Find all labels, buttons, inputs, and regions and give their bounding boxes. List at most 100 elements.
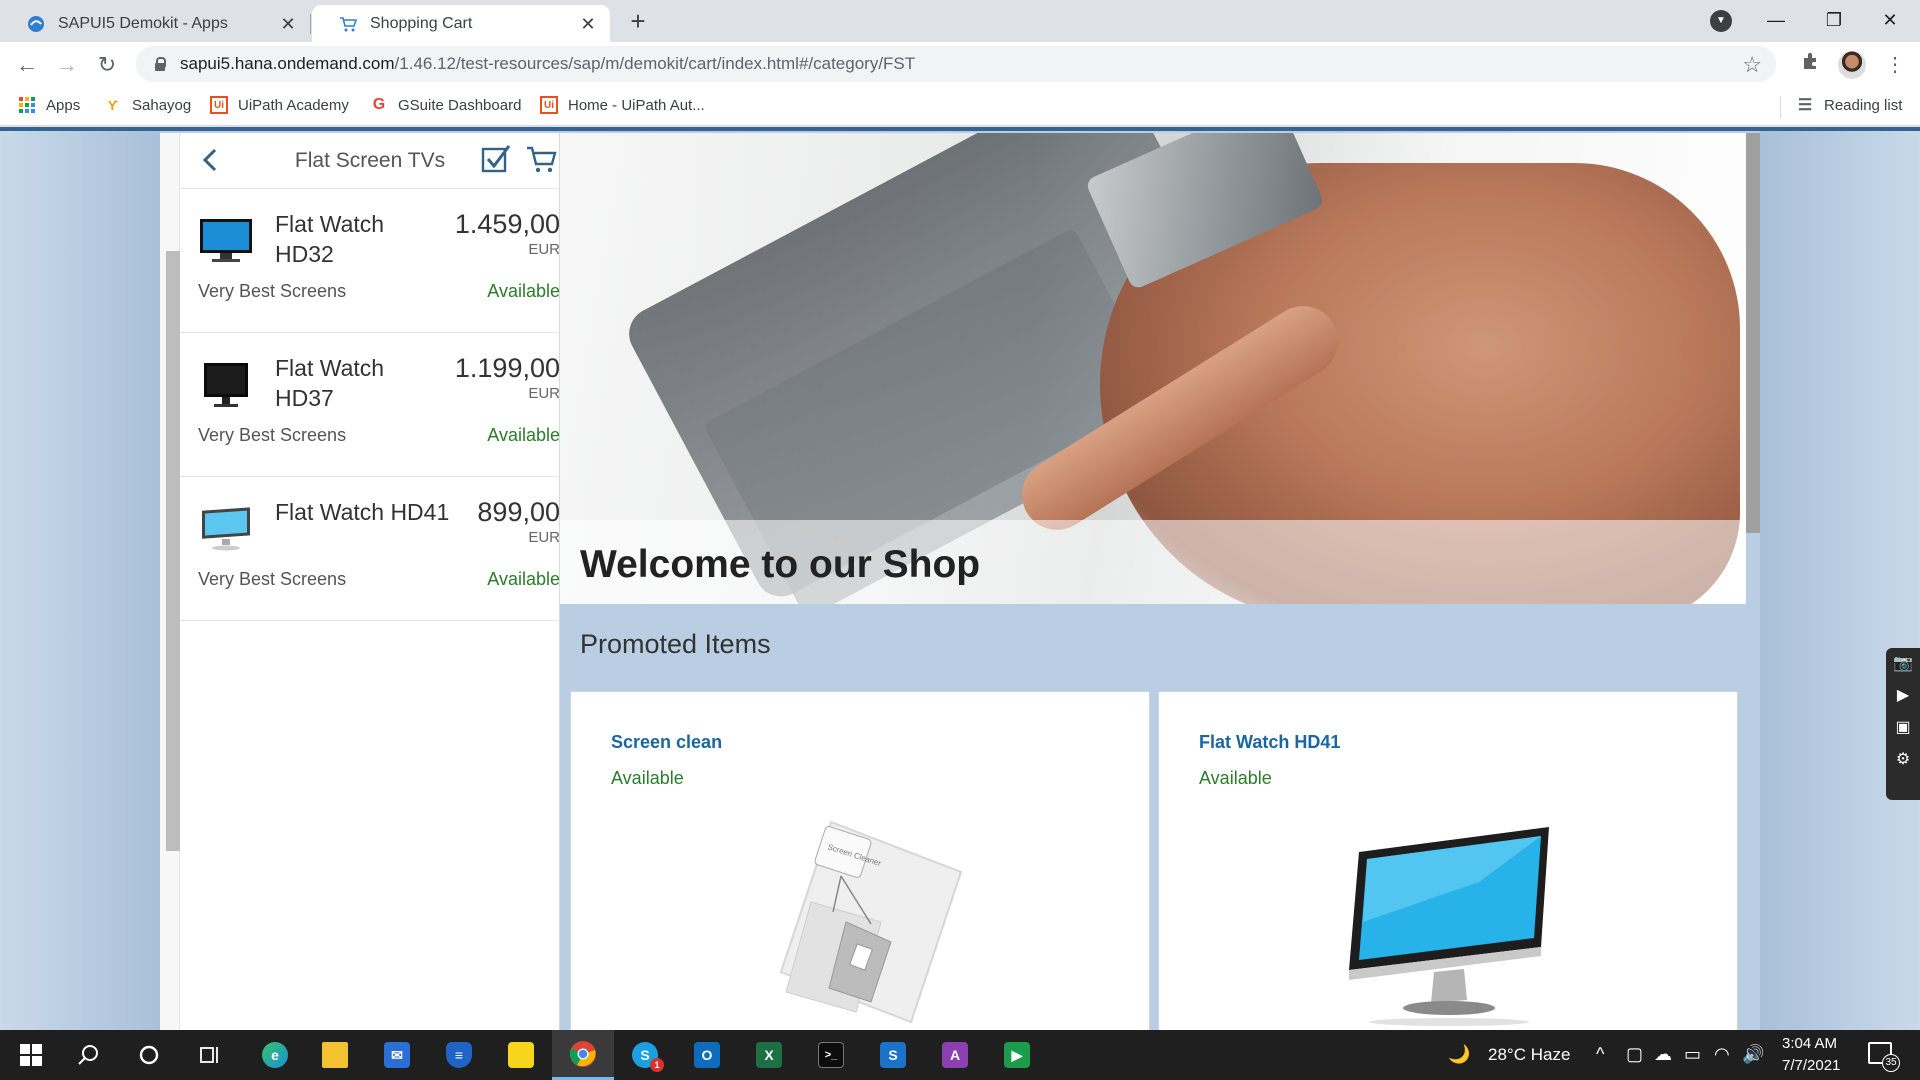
- minimize-button[interactable]: —: [1752, 4, 1800, 36]
- promoted-item-card[interactable]: Flat Watch HD41 Available: [1158, 691, 1738, 1030]
- notification-center-icon[interactable]: 35: [1868, 1042, 1900, 1072]
- reload-icon[interactable]: ↻: [92, 50, 122, 80]
- sapui5-favicon: [26, 14, 46, 34]
- notification-count: 35: [1882, 1054, 1900, 1072]
- chrome-icon[interactable]: [552, 1030, 614, 1080]
- close-tab-icon[interactable]: ✕: [278, 14, 298, 34]
- sahayog-icon: ϒ: [107, 97, 118, 113]
- show-hidden-icons-chevron-icon[interactable]: ^: [1596, 1044, 1604, 1065]
- search-icon[interactable]: [58, 1030, 120, 1080]
- bookmark-apps[interactable]: Apps: [18, 96, 80, 114]
- clock-time[interactable]: 3:04 AM: [1782, 1035, 1837, 1052]
- browser-tab-strip: SAPUI5 Demokit - Apps ✕ Shopping Cart ✕ …: [0, 0, 1920, 42]
- edge-browser-icon[interactable]: e: [244, 1030, 306, 1080]
- windows-taskbar: e ✉ ≡ S 1 O X >_ S A ▶ 🌙 28°C Haze ^ ▢ ☁…: [0, 1030, 1920, 1080]
- detail-scrollbar[interactable]: [1746, 133, 1760, 533]
- uipath-icon: Ui: [540, 96, 558, 114]
- back-arrow-icon[interactable]: ←: [12, 50, 42, 80]
- tab-sapui5-demokit[interactable]: SAPUI5 Demokit - Apps ✕: [0, 5, 310, 42]
- page-background-right: [1760, 131, 1920, 1030]
- meet-now-icon[interactable]: ▢: [1626, 1044, 1643, 1065]
- close-window-button[interactable]: ✕: [1866, 4, 1914, 36]
- product-supplier: Very Best Screens: [198, 569, 347, 589]
- settings-gear-icon[interactable]: ⚙: [1886, 744, 1920, 776]
- multi-select-icon[interactable]: [480, 143, 512, 175]
- tab-shopping-cart[interactable]: Shopping Cart ✕: [312, 5, 610, 42]
- welcome-hero-image: Welcome to our Shop: [560, 133, 1746, 604]
- battery-icon[interactable]: ▭: [1684, 1044, 1701, 1065]
- bookmark-uipath-academy[interactable]: Ui UiPath Academy: [210, 96, 349, 114]
- tab-divider: [310, 14, 311, 34]
- page-background-left: [0, 131, 160, 1030]
- product-price: 1.199,00: [454, 353, 560, 383]
- reading-list-button[interactable]: ☰ Reading list: [1796, 96, 1903, 115]
- new-tab-button[interactable]: +: [624, 7, 652, 35]
- restore-button[interactable]: ❐: [1810, 4, 1858, 36]
- file-explorer-icon[interactable]: [304, 1030, 366, 1080]
- list-header: Flat Screen TVs: [180, 133, 559, 189]
- list-item[interactable]: Flat Watch HD37 1.199,00 EUR Very Best S…: [180, 333, 560, 477]
- skype-icon[interactable]: S 1: [614, 1030, 676, 1080]
- lock-icon[interactable]: [154, 57, 166, 71]
- mail-icon[interactable]: ✉: [366, 1030, 428, 1080]
- bookmark-gsuite-dashboard[interactable]: G GSuite Dashboard: [370, 96, 522, 114]
- onedrive-cloud-icon[interactable]: ☁: [1654, 1044, 1672, 1065]
- sticky-notes-icon[interactable]: [490, 1030, 552, 1080]
- product-currency: EUR: [528, 241, 560, 258]
- promoted-item-card[interactable]: Screen clean Available Screen Cleaner: [570, 691, 1150, 1030]
- category-title: Flat Screen TVs: [294, 149, 446, 172]
- cortana-icon[interactable]: [118, 1030, 180, 1080]
- promoted-item-name[interactable]: Flat Watch HD41: [1199, 732, 1340, 753]
- list-item[interactable]: Flat Watch HD41 899,00 EUR Very Best Scr…: [180, 477, 559, 621]
- video-icon[interactable]: ▶: [1886, 680, 1920, 712]
- uipath-robot-icon[interactable]: ▶: [986, 1030, 1048, 1080]
- profile-avatar[interactable]: [1838, 51, 1866, 79]
- tab-search-icon[interactable]: ▼: [1710, 10, 1732, 32]
- promoted-item-status: Available: [1199, 768, 1272, 788]
- camera-icon[interactable]: 📷: [1886, 648, 1920, 680]
- promoted-item-name[interactable]: Screen clean: [611, 732, 722, 753]
- weather-text[interactable]: 28°C Haze: [1488, 1045, 1570, 1065]
- bookmark-label: GSuite Dashboard: [398, 96, 522, 114]
- bookmark-star-icon[interactable]: ☆: [1742, 52, 1762, 78]
- uipath-assistant-icon[interactable]: A: [924, 1030, 986, 1080]
- bookmark-label: UiPath Academy: [238, 96, 349, 114]
- bookmark-sahayog[interactable]: ϒ Sahayog: [104, 96, 191, 114]
- extensions-puzzle-icon[interactable]: [1796, 50, 1826, 80]
- welcome-title: Welcome to our Shop: [580, 543, 981, 586]
- defender-shield-icon[interactable]: ≡: [428, 1030, 490, 1080]
- bookmark-uipath-home[interactable]: Ui Home - UiPath Aut...: [540, 96, 705, 114]
- windows-start-icon[interactable]: [0, 1030, 62, 1080]
- product-status: Available: [487, 425, 560, 445]
- promoted-items-header: Promoted Items: [580, 629, 771, 659]
- browser-menu-icon[interactable]: ⋮: [1880, 50, 1910, 80]
- back-chevron-icon[interactable]: [196, 145, 226, 175]
- capture-toolbar: 📷 ▶ ▣ ⚙: [1886, 648, 1920, 800]
- clock-date[interactable]: 7/7/2021: [1782, 1057, 1840, 1074]
- monitor-thumbnail: [198, 215, 254, 265]
- monitor-thumbnail: [198, 503, 254, 553]
- wifi-icon[interactable]: ◠: [1714, 1044, 1730, 1065]
- forward-arrow-icon[interactable]: →: [52, 50, 82, 80]
- excel-icon[interactable]: X: [738, 1030, 800, 1080]
- close-tab-icon[interactable]: ✕: [578, 14, 598, 34]
- screen-cleaner-image: Screen Cleaner: [741, 812, 981, 1030]
- volume-icon[interactable]: 🔊: [1742, 1044, 1764, 1065]
- bookmark-label: Apps: [46, 96, 81, 114]
- list-item[interactable]: Flat Watch HD32 1.459,00 EUR Very Best S…: [180, 189, 560, 333]
- bookmark-label: Home - UiPath Aut...: [568, 96, 705, 114]
- task-view-icon[interactable]: [178, 1030, 240, 1080]
- terminal-icon[interactable]: >_: [800, 1030, 862, 1080]
- weather-moon-icon[interactable]: 🌙: [1448, 1044, 1470, 1065]
- product-price: 1.459,00: [454, 209, 560, 239]
- gallery-icon[interactable]: ▣: [1886, 712, 1920, 744]
- uipath-icon: Ui: [210, 96, 228, 114]
- bookmarks-bar: Apps ϒ Sahayog Ui UiPath Academy G GSuit…: [0, 88, 1920, 126]
- product-supplier: Very Best Screens: [198, 281, 347, 301]
- bookmark-label: Sahayog: [132, 96, 192, 114]
- address-bar[interactable]: sapui5.hana.ondemand.com/1.46.12/test-re…: [136, 46, 1776, 82]
- list-scrollbar[interactable]: [166, 251, 180, 851]
- uipath-studio-icon[interactable]: S: [862, 1030, 924, 1080]
- outlook-icon[interactable]: O: [676, 1030, 738, 1080]
- cart-icon[interactable]: [526, 143, 558, 175]
